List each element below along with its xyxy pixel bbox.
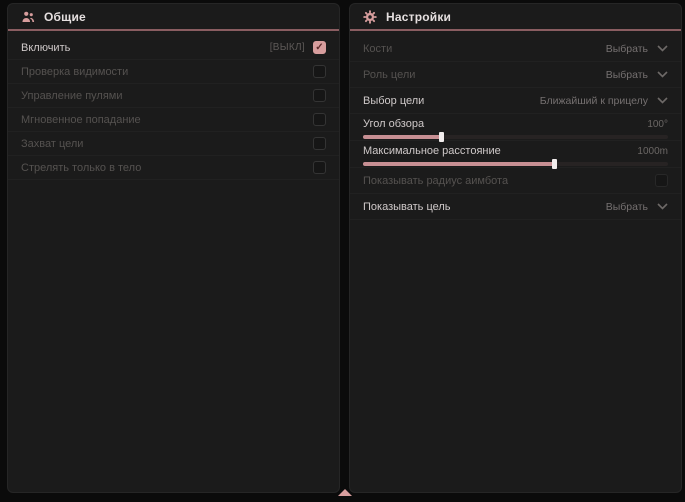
slider-track[interactable] bbox=[363, 162, 668, 166]
toggle-state: [ВЫКЛ] bbox=[270, 42, 305, 53]
panel-title: Настройки bbox=[386, 10, 451, 24]
checkbox[interactable] bbox=[313, 65, 326, 78]
toggle-row[interactable]: Проверка видимости bbox=[8, 60, 339, 84]
select-row: Кости Выбрать bbox=[350, 36, 681, 62]
settings-rows: Кости Выбрать Роль цели Выбрать Выбор це… bbox=[350, 31, 681, 220]
toggle-value bbox=[313, 65, 326, 78]
slider-track[interactable] bbox=[363, 135, 668, 139]
toggle-row[interactable]: Захват цели bbox=[8, 132, 339, 156]
toggle-label: Захват цели bbox=[21, 138, 83, 150]
select-label: Кости bbox=[363, 43, 392, 55]
toggle-label: Мгновенное попадание bbox=[21, 114, 141, 126]
dropdown[interactable]: Выбрать bbox=[606, 69, 668, 81]
select-label: Показывать цель bbox=[363, 201, 451, 213]
select-label: Роль цели bbox=[363, 69, 415, 81]
dropdown-value: Ближайший к прицелу bbox=[540, 95, 648, 107]
checkbox[interactable] bbox=[313, 41, 326, 54]
dropdown-value: Выбрать bbox=[606, 69, 648, 81]
dropdown[interactable]: Выбрать bbox=[606, 43, 668, 55]
chevron-down-icon bbox=[657, 45, 668, 52]
panel-title: Общие bbox=[44, 10, 86, 24]
drag-handle-icon[interactable] bbox=[338, 489, 352, 496]
toggle-value bbox=[313, 161, 326, 174]
dropdown[interactable]: Ближайший к прицелу bbox=[540, 95, 668, 107]
checkbox[interactable] bbox=[313, 89, 326, 102]
slider-thumb[interactable] bbox=[552, 159, 557, 169]
toggle-label: Проверка видимости bbox=[21, 66, 128, 78]
toggle-row[interactable]: Стрелять только в тело bbox=[8, 156, 339, 180]
toggle-row[interactable]: Мгновенное попадание bbox=[8, 108, 339, 132]
dropdown[interactable]: Выбрать bbox=[606, 201, 668, 213]
toggle-row[interactable]: Включить [ВЫКЛ] bbox=[8, 36, 339, 60]
gear-icon bbox=[363, 10, 377, 24]
slider-value: 1000m bbox=[637, 146, 668, 157]
slider-label: Максимальное расстояние bbox=[363, 145, 501, 157]
settings-panel: Настройки Кости Выбрать Роль цели Выбрат… bbox=[349, 3, 682, 493]
dropdown-value: Выбрать bbox=[606, 201, 648, 213]
slider-thumb[interactable] bbox=[439, 132, 444, 142]
checkbox[interactable] bbox=[313, 137, 326, 150]
toggle-label: Показывать радиус аимбота bbox=[363, 175, 508, 187]
select-row: Выбор цели Ближайший к прицелу bbox=[350, 88, 681, 114]
checkbox[interactable] bbox=[655, 174, 668, 187]
chevron-down-icon bbox=[657, 97, 668, 104]
toggle-row[interactable]: Показывать радиус аимбота bbox=[350, 168, 681, 194]
general-rows: Включить [ВЫКЛ] Проверка видимости Управ… bbox=[8, 31, 339, 180]
slider-row: Угол обзора 100° bbox=[350, 114, 681, 141]
toggle-row[interactable]: Управление пулями bbox=[8, 84, 339, 108]
slider-value: 100° bbox=[647, 119, 668, 130]
toggle-label: Управление пулями bbox=[21, 90, 123, 102]
people-icon bbox=[21, 10, 35, 24]
slider-fill bbox=[363, 162, 555, 166]
toggle-value bbox=[655, 174, 668, 187]
toggle-value bbox=[313, 113, 326, 126]
toggle-value: [ВЫКЛ] bbox=[270, 41, 326, 54]
checkbox[interactable] bbox=[313, 161, 326, 174]
toggle-label: Включить bbox=[21, 42, 70, 54]
chevron-down-icon bbox=[657, 71, 668, 78]
general-panel: Общие Включить [ВЫКЛ] Проверка видимости… bbox=[7, 3, 340, 493]
toggle-value bbox=[313, 89, 326, 102]
select-row: Роль цели Выбрать bbox=[350, 62, 681, 88]
slider-label: Угол обзора bbox=[363, 118, 424, 130]
toggle-value bbox=[313, 137, 326, 150]
chevron-down-icon bbox=[657, 203, 668, 210]
dropdown-value: Выбрать bbox=[606, 43, 648, 55]
panel-header: Настройки bbox=[350, 4, 681, 31]
slider-row: Максимальное расстояние 1000m bbox=[350, 141, 681, 168]
panel-header: Общие bbox=[8, 4, 339, 31]
checkbox[interactable] bbox=[313, 113, 326, 126]
select-row: Показывать цель Выбрать bbox=[350, 194, 681, 220]
toggle-label: Стрелять только в тело bbox=[21, 162, 141, 174]
select-label: Выбор цели bbox=[363, 95, 424, 107]
slider-fill bbox=[363, 135, 442, 139]
